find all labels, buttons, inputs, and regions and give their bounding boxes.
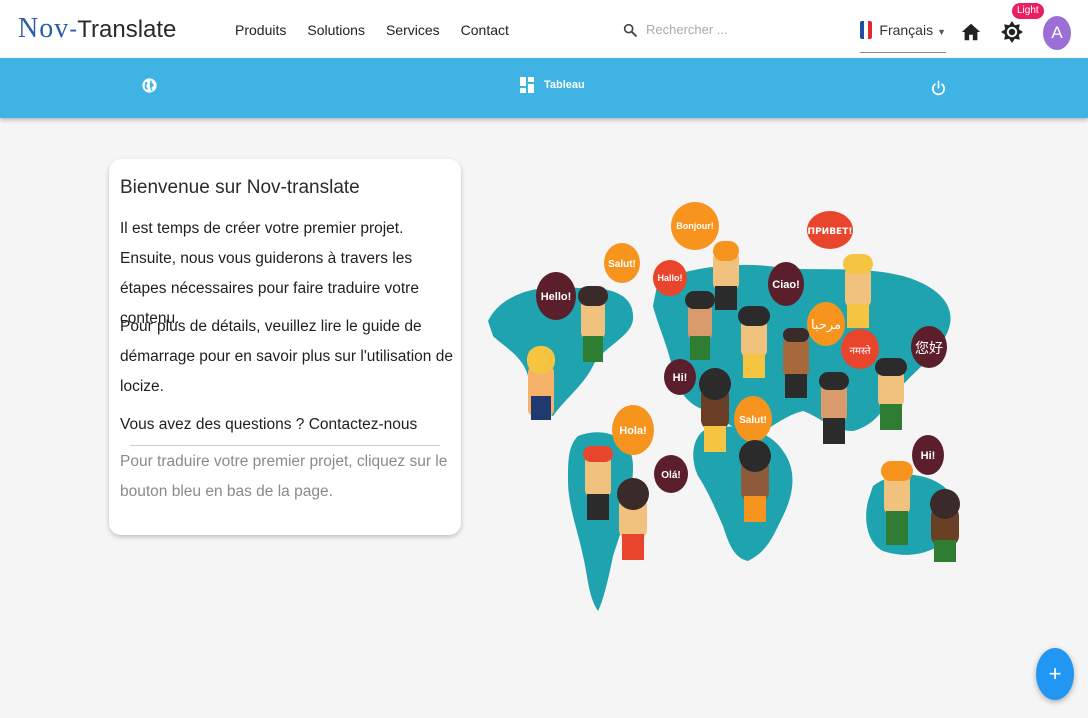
logo-nov-text: Nov: [18, 13, 70, 44]
chevron-down-icon: ▼: [937, 27, 946, 37]
home-icon[interactable]: [960, 21, 982, 43]
avatar[interactable]: A: [1043, 16, 1071, 50]
dashboard-tab[interactable]: Tableau: [520, 77, 585, 93]
svg-text:Ciao!: Ciao!: [772, 279, 800, 291]
person-12: [583, 446, 613, 520]
plus-icon: +: [1048, 661, 1062, 686]
search-box: [622, 21, 798, 38]
contact-link[interactable]: Vous avez des questions ? Contactez-nous: [120, 410, 456, 440]
svg-text:您好: 您好: [915, 340, 943, 357]
world-languages-illustration: Hello! Salut! Hallo! Bonjour! Ciao! ПРИВ…: [488, 202, 960, 611]
person-6: [783, 328, 809, 398]
bubble-ola: Olá!: [654, 455, 688, 493]
search-input[interactable]: [644, 21, 798, 38]
svg-text:Hallo!: Hallo!: [657, 273, 682, 283]
theme-badge: Light: [1012, 3, 1044, 19]
power-icon[interactable]: [930, 80, 947, 97]
svg-text:Bonjour!: Bonjour!: [676, 221, 714, 231]
person-13: [617, 478, 649, 560]
bubble-hi-2: Hi!: [912, 435, 944, 475]
top-app-bar: Nov-Translate Produits Solutions Service…: [0, 0, 1088, 58]
bubble-hola: Hola!: [612, 405, 654, 455]
bubble-ciao: Ciao!: [768, 262, 804, 306]
bubble-namaste: नमस्ते: [841, 329, 879, 369]
svg-text:Salut!: Salut!: [608, 259, 636, 270]
welcome-card: Bienvenue sur Nov-translate Il est temps…: [109, 159, 461, 535]
nav-services[interactable]: Services: [386, 22, 440, 38]
bubble-salut-1: Salut!: [604, 243, 640, 283]
bubble-hello: Hello!: [536, 272, 576, 320]
main-nav: Produits Solutions Services Contact: [235, 22, 530, 38]
svg-text:ПРИВЕТ!: ПРИВЕТ!: [808, 227, 853, 237]
nav-contact[interactable]: Contact: [461, 22, 509, 38]
svg-text:Olá!: Olá!: [661, 470, 680, 481]
language-label: Français: [879, 22, 934, 38]
welcome-paragraph-2: Pour plus de détails, veuillez lire le g…: [120, 318, 453, 395]
globe-icon[interactable]: [141, 77, 158, 94]
dashboard-icon: [520, 77, 534, 93]
search-icon[interactable]: [622, 22, 638, 38]
bubble-bonjour: Bonjour!: [671, 202, 719, 250]
svg-text:Hola!: Hola!: [619, 425, 647, 437]
brightness-icon[interactable]: [1000, 20, 1024, 44]
add-project-button[interactable]: +: [1036, 648, 1074, 700]
bubble-marhaba: مرحبا: [807, 302, 845, 346]
svg-text:Salut!: Salut!: [739, 415, 767, 426]
bubble-salut-2: Salut!: [734, 396, 772, 442]
svg-text:Hi!: Hi!: [921, 450, 936, 462]
divider: [130, 445, 440, 446]
language-select[interactable]: Français ▼: [860, 18, 946, 53]
svg-text:नमस्ते: नमस्ते: [849, 345, 870, 357]
person-1: [527, 346, 555, 420]
dashboard-toolbar: Tableau: [0, 58, 1088, 118]
bubble-hi-1: Hi!: [664, 359, 696, 395]
svg-text:Hello!: Hello!: [541, 291, 572, 303]
avatar-initial: A: [1051, 23, 1063, 42]
person-8: [819, 372, 849, 444]
person-3: [713, 241, 739, 310]
bubble-privet: ПРИВЕТ!: [807, 211, 853, 249]
bubble-ninhao: 您好: [911, 326, 947, 368]
person-15: [930, 489, 960, 562]
bubble-hallo: Hallo!: [653, 260, 687, 296]
dashboard-label: Tableau: [544, 79, 585, 91]
person-7: [843, 254, 873, 328]
welcome-hint: Pour traduire votre premier projet, cliq…: [120, 453, 448, 500]
person-9: [875, 358, 907, 430]
nav-produits[interactable]: Produits: [235, 22, 286, 38]
svg-text:مرحبا: مرحبا: [811, 318, 841, 333]
svg-text:Hi!: Hi!: [673, 372, 688, 384]
logo[interactable]: Nov-Translate: [18, 10, 176, 48]
welcome-title: Bienvenue sur Nov-translate: [120, 177, 360, 198]
logo-translate-text: Translate: [77, 16, 177, 43]
france-flag-icon: [860, 21, 873, 39]
nav-solutions[interactable]: Solutions: [307, 22, 365, 38]
